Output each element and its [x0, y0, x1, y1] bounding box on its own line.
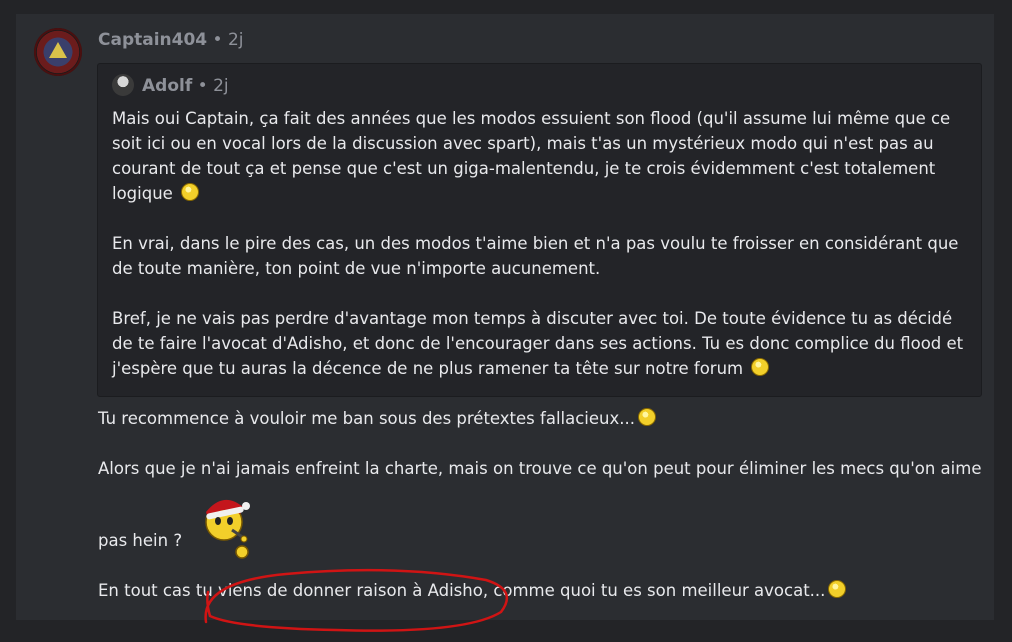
post-time[interactable]: 2j: [228, 30, 244, 50]
quote-separator: •: [197, 76, 208, 96]
quote-paragraph: En vrai, dans le pire des cas, un des mo…: [112, 234, 959, 278]
author-avatar[interactable]: [34, 28, 82, 76]
red-annotation-circle: [204, 568, 509, 632]
santa-smiley-icon: [205, 499, 250, 559]
quote-author-name[interactable]: Adolf: [142, 76, 192, 96]
body-line: Alors que je n'ai jamais enfreint la cha…: [98, 459, 982, 478]
pirate-smiley-icon: [637, 408, 656, 426]
quote-block: Adolf • 2j Mais oui Captain, ça fait des…: [97, 63, 982, 397]
quote-author-avatar[interactable]: [112, 74, 134, 96]
wink-smiley-icon: [751, 358, 770, 376]
forum-post: Captain404 • 2j Adolf • 2j Mais oui Capt…: [16, 14, 994, 632]
quote-paragraph: Mais oui Captain, ça fait des années que…: [112, 109, 951, 203]
smiley-icon: [181, 183, 200, 201]
thumbs-smiley-icon: [828, 580, 847, 598]
quote-header: Adolf • 2j: [112, 74, 229, 98]
quote-paragraph: Bref, je ne vais pas perdre d'avantage m…: [112, 309, 964, 378]
quote-body: Mais oui Captain, ça fait des années que…: [112, 106, 968, 381]
header-separator: •: [212, 30, 223, 50]
body-line: Tu recommence à vouloir me ban sous des …: [98, 406, 983, 431]
author-name[interactable]: Captain404: [98, 30, 207, 50]
post-header: Captain404 • 2j: [98, 28, 244, 52]
quote-time[interactable]: 2j: [213, 76, 229, 96]
